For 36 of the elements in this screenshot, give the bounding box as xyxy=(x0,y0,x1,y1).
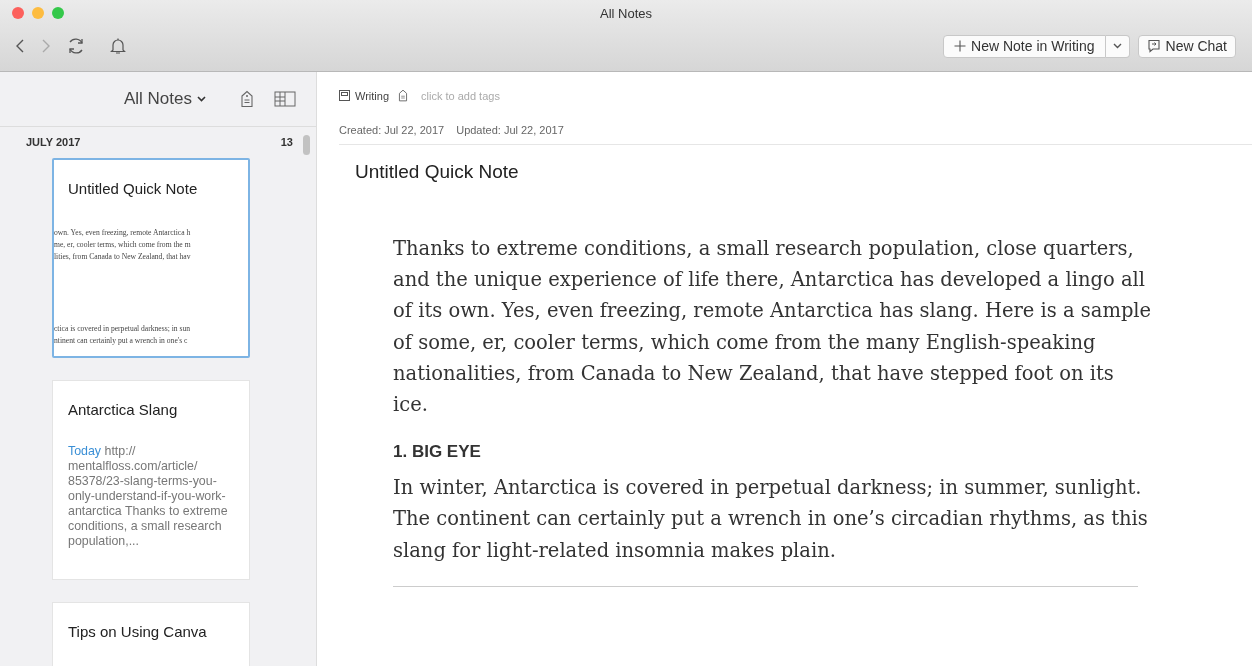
note-paragraph: Thanks to extreme conditions, a small research population, close quarters, and the unique experience of life there, Antarctica has developed a lingo all of its own. Yes, even freezing, remote Antarctica has slang. Here is a sample of some, er, cooler terms, which come from the many English-speaking nationalities, from Canada to New Zealand, that have stepped foot on its ice. xyxy=(393,236,1153,418)
close-button[interactable] xyxy=(12,7,24,19)
new-note-button[interactable]: New Note in Writing xyxy=(943,34,1106,58)
new-chat-button[interactable]: New Chat xyxy=(1137,34,1236,58)
sync-icon[interactable] xyxy=(66,36,86,56)
scrollbar-thumb[interactable] xyxy=(303,135,310,155)
tag-icon xyxy=(398,89,409,102)
layout-grid-icon[interactable] xyxy=(274,91,296,107)
note-card[interactable]: Antarctica Slang Today http:// mentalfloss.com/article/ 85378/23-slang-terms-you-only-understand-if-you-work-antarctica Thanks to extreme conditions, a small research population,... xyxy=(52,380,250,580)
notes-filter-dropdown[interactable]: All Notes xyxy=(123,89,206,109)
zoom-button[interactable] xyxy=(52,7,64,19)
dropdown-button[interactable] xyxy=(1105,34,1130,58)
forward-icon[interactable] xyxy=(40,38,52,54)
note-title: Antarctica Slang xyxy=(67,400,179,418)
note-snippet: Today http:// mentalfloss.com/article/ 85378/23-slang-terms-you-only-understand-if-you-work-antarctica Thanks to extreme conditions, a small research population,... xyxy=(68,444,229,549)
window-title: All Notes xyxy=(599,5,653,21)
month-group-label: JULY 2017 xyxy=(26,136,81,148)
notebook-icon xyxy=(339,90,350,101)
note-title: Tips on Using Canva xyxy=(67,622,208,640)
note-title: Untitled Quick Note xyxy=(67,179,199,197)
note-title: Untitled Quick Note xyxy=(354,160,520,183)
note-card[interactable]: Tips on Using Canva xyxy=(52,602,250,666)
note-count: 13 xyxy=(280,136,293,148)
created-date: Created: Jul 22, 2017 xyxy=(339,124,445,136)
bell-icon[interactable] xyxy=(110,37,126,55)
chat-icon xyxy=(1146,39,1161,53)
plus-icon xyxy=(954,40,967,52)
back-icon[interactable] xyxy=(14,38,26,54)
tag-icon[interactable] xyxy=(240,90,254,108)
updated-date: Updated: Jul 22, 2017 xyxy=(456,124,564,136)
notebook-label[interactable]: Writing xyxy=(355,89,390,102)
note-card[interactable] xyxy=(52,158,250,358)
note-paragraph: In winter, Antarctica is covered in perpetual darkness; in summer, sunlight. The continent can certainly put a wrench in one’s circadian rhythms, as this slang for light-related insomnia makes plain. xyxy=(393,475,1149,564)
caret-icon xyxy=(1112,43,1122,49)
section-heading: 1. BIG EYE xyxy=(393,442,482,463)
chevron-down-icon xyxy=(197,96,206,102)
